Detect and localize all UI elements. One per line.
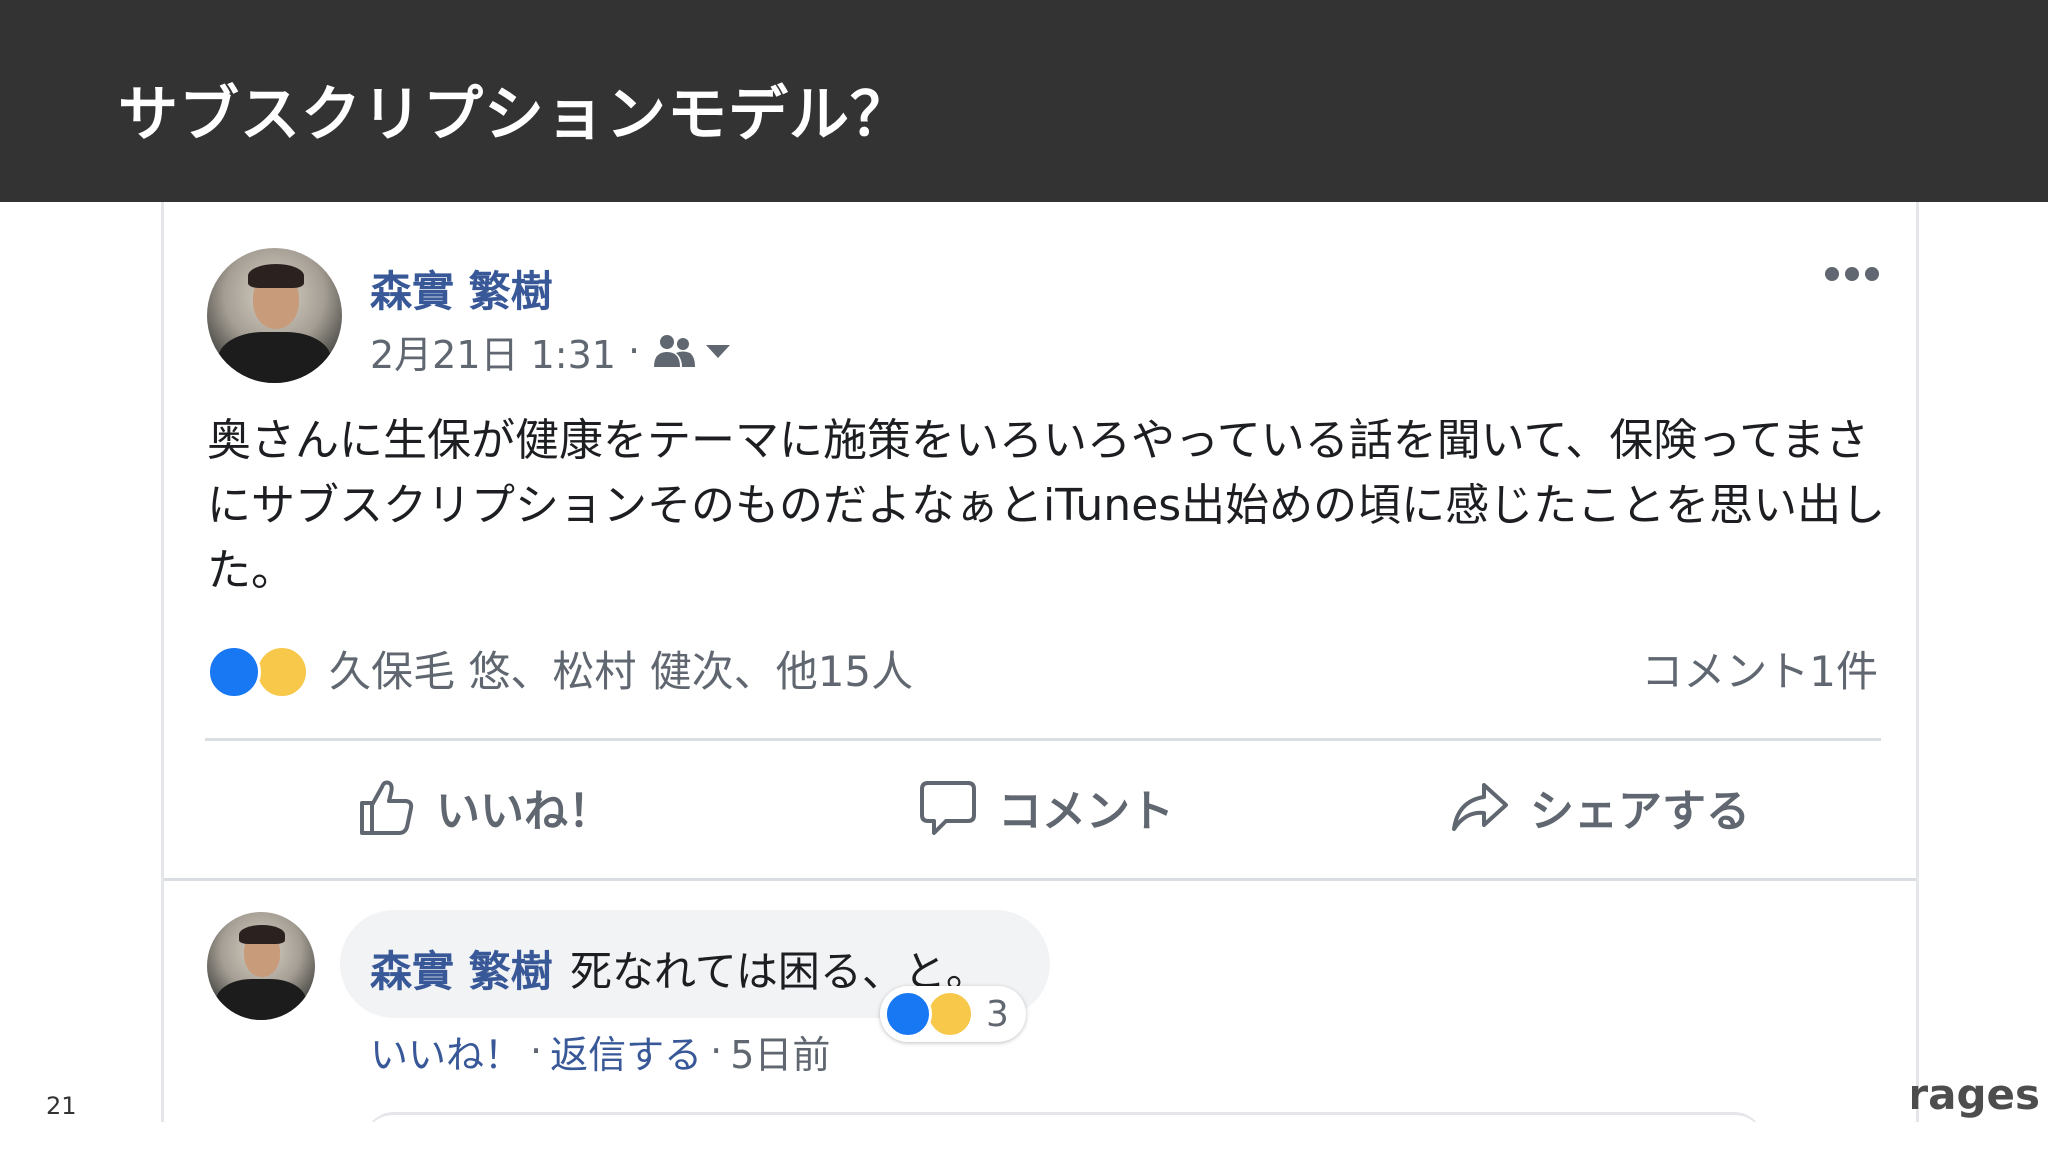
author-avatar[interactable]	[207, 248, 342, 383]
comment-actions: いいね！ · 返信する · 5日前	[370, 1024, 830, 1078]
reaction-names[interactable]: 久保毛 悠、松村 健次、他15人	[329, 644, 913, 700]
friends-icon[interactable]	[652, 333, 696, 369]
share-button-label: シェアする	[1530, 786, 1750, 837]
facebook-post-card: 森實 繁樹 2月21日 1:31 · 奥さんに生保が健康をテーマに施策をいろいろ…	[161, 202, 1919, 1122]
slide-title: サブスクリプションモデル？	[118, 80, 911, 150]
comment-reaction-count: 3	[986, 993, 1009, 1035]
next-comment-edge	[364, 1112, 1764, 1122]
footer-logo-text: rages	[1912, 1070, 2040, 1119]
share-arrow-icon	[1452, 783, 1508, 831]
like-button-label: いいね！	[436, 786, 612, 837]
post-body-text: 奥さんに生保が健康をテーマに施策をいろいろやっている話を聞いて、保険ってまさにサ…	[207, 415, 1886, 596]
chevron-down-icon[interactable]	[704, 341, 732, 361]
actions-divider	[205, 738, 1881, 741]
post-reaction-icons[interactable]	[207, 644, 309, 700]
post-meta: 2月21日 1:31 ·	[370, 324, 732, 379]
comment-actions-separator: ·	[530, 1029, 543, 1073]
slide-page-number: 21	[46, 1092, 77, 1120]
post-author-name[interactable]: 森實 繁樹	[370, 258, 553, 319]
comment-bubble-icon	[920, 781, 976, 835]
commenter-avatar[interactable]	[207, 912, 315, 1020]
like-reaction-icon	[207, 645, 261, 699]
meta-separator: ·	[627, 329, 641, 373]
like-reaction-icon	[884, 990, 932, 1038]
comment-button[interactable]: コメント	[916, 766, 1174, 848]
footer-logo: rages	[1912, 1070, 2048, 1130]
comment-count-link[interactable]: コメント1件	[1641, 644, 1878, 700]
share-button[interactable]: シェアする	[1448, 766, 1750, 848]
comment-reply-link[interactable]: 返信する	[550, 1024, 702, 1079]
like-button[interactable]: いいね！	[354, 766, 612, 848]
comment-reactions-badge[interactable]: 3	[880, 986, 1026, 1042]
post-timestamp[interactable]: 2月21日 1:31	[370, 324, 616, 379]
comment-button-label: コメント	[998, 786, 1174, 837]
comment-author-name[interactable]: 森實 繁樹	[370, 938, 553, 999]
comment-like-link[interactable]: いいね！	[370, 1024, 522, 1079]
more-options-icon[interactable]	[1825, 264, 1885, 284]
thumbs-up-icon	[360, 780, 414, 835]
haha-reaction-icon	[926, 990, 974, 1038]
comment-timestamp[interactable]: 5日前	[730, 1024, 830, 1079]
wow-reaction-icon	[255, 645, 309, 699]
comment-actions-separator: ·	[710, 1029, 723, 1073]
comments-divider	[164, 878, 1916, 881]
slide-header: サブスクリプションモデル？	[0, 0, 2048, 202]
